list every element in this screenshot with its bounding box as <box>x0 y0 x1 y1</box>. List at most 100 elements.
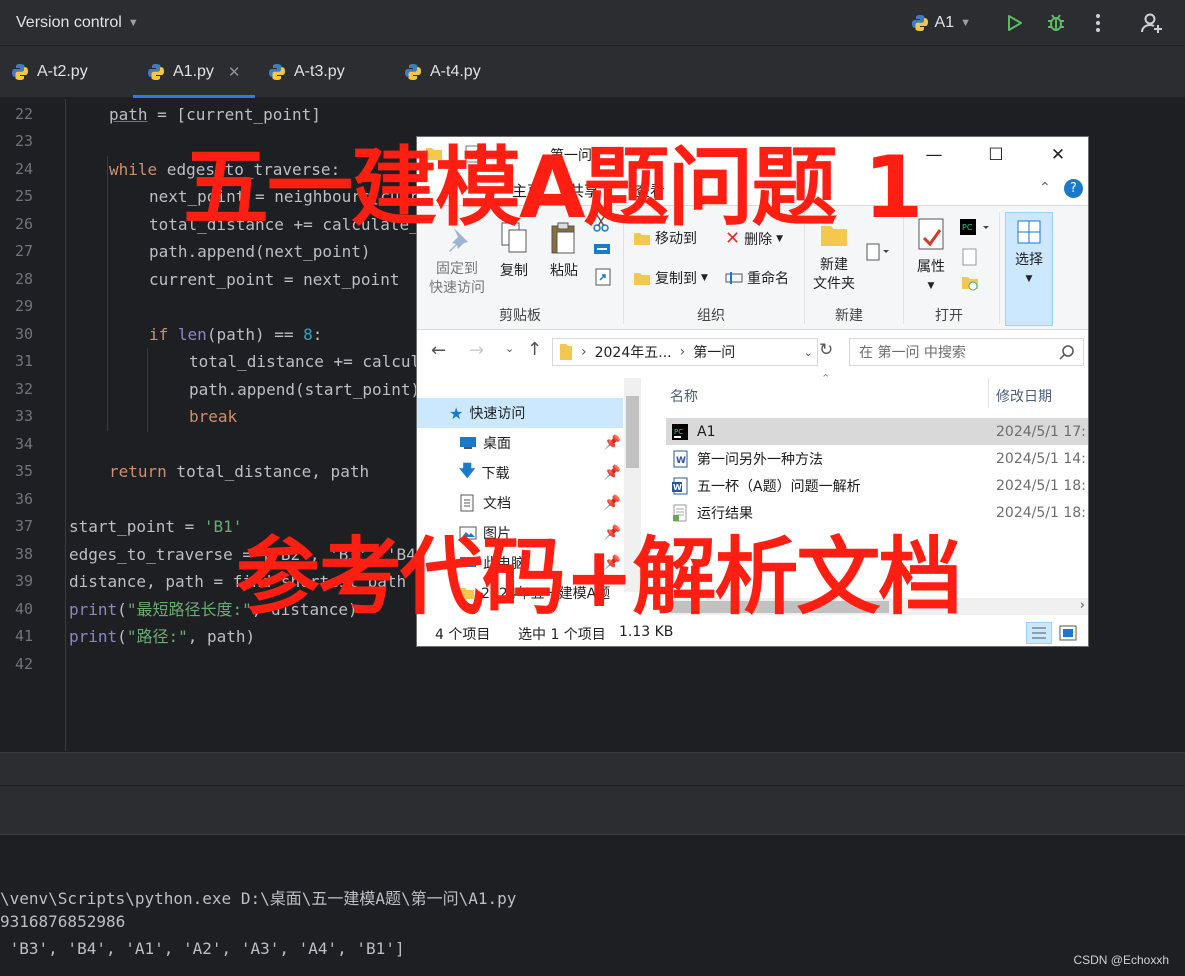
new-item-icon[interactable] <box>865 242 889 266</box>
svg-text:PC: PC <box>962 223 973 232</box>
tab-label: A-t3.py <box>294 63 345 80</box>
details-view-icon <box>1032 627 1046 639</box>
tab-a-t2[interactable]: A-t2.py <box>11 46 88 98</box>
close-button[interactable]: ✕ <box>1035 141 1081 169</box>
select-button[interactable]: 选择 ▼ <box>1005 212 1053 326</box>
rename-button[interactable]: 重命名 <box>725 268 789 288</box>
nav-label: 快速访问 <box>469 406 526 422</box>
pin-icon: 📌 <box>603 435 621 451</box>
code-token: (path) == <box>206 325 304 344</box>
run-button[interactable] <box>993 0 1035 46</box>
search-placeholder: 在 第一问 中搜索 <box>859 345 966 361</box>
code-token: current_point = next_point <box>149 270 400 289</box>
nav-label: 文档 <box>483 496 511 512</box>
code-number: 8 <box>303 325 313 344</box>
copy-path-icon[interactable] <box>593 242 611 260</box>
python-file-icon <box>405 64 421 80</box>
scrollbar-thumb[interactable] <box>626 396 639 468</box>
code-keyword: while <box>109 160 158 179</box>
line-number: 42 <box>14 655 33 673</box>
copy-to-button[interactable]: 复制到 ▼ <box>633 268 708 288</box>
nav-item-desktop[interactable]: 桌面 📌 <box>417 428 623 458</box>
details-view-button[interactable] <box>1026 622 1052 644</box>
code-builtin: len <box>177 325 207 344</box>
line-number: 28 <box>14 270 33 288</box>
watermark: CSDN @Echoxxh <box>1073 953 1169 967</box>
nav-item-quick-access[interactable]: ★ 快速访问 <box>417 398 623 428</box>
tab-a1[interactable]: A1.py ✕ <box>133 46 254 98</box>
tab-a-t4[interactable]: A-t4.py <box>404 46 481 98</box>
more-vertical-icon <box>1096 14 1100 32</box>
search-icon <box>1059 345 1074 360</box>
code-token: ( <box>117 627 127 646</box>
history-icon[interactable] <box>961 274 979 296</box>
refresh-icon[interactable]: ↻ <box>819 340 833 360</box>
breadcrumb-chevron-icon: › <box>581 344 587 360</box>
run-config-selector[interactable]: A1 ▼ <box>911 14 971 32</box>
breadcrumb-item[interactable]: 2024年五... <box>595 342 672 362</box>
document-icon <box>460 494 474 512</box>
python-file-icon <box>269 64 285 80</box>
file-row[interactable]: 运行结果 2024/5/1 18: <box>666 499 1088 526</box>
overlay-subtitle: 参考代码+解析文档 <box>236 528 962 626</box>
select-grid-icon <box>1017 220 1041 244</box>
more-menu-button[interactable] <box>1077 0 1119 46</box>
file-date: 2024/5/1 18: <box>996 477 1086 494</box>
tab-label: A-t2.py <box>37 63 88 80</box>
column-header-date[interactable]: 修改日期 <box>996 386 1052 406</box>
nav-item-documents[interactable]: 文档 📌 <box>417 488 623 518</box>
pycharm-open-icon[interactable]: PC <box>959 218 991 240</box>
chevron-down-icon[interactable]: ⌄ <box>804 346 813 359</box>
line-number: 29 <box>14 297 33 315</box>
scroll-right-icon[interactable]: › <box>1080 598 1085 613</box>
file-name: 第一问另外一种方法 <box>697 451 823 468</box>
paste-shortcut-icon[interactable] <box>595 268 611 290</box>
back-arrow-icon[interactable]: ← <box>431 340 446 361</box>
folder-icon <box>560 344 572 360</box>
maximize-button[interactable]: ☐ <box>973 141 1019 169</box>
breadcrumb-item[interactable]: 第一问 <box>693 342 735 362</box>
help-icon[interactable]: ? <box>1064 179 1083 198</box>
code-token: path <box>109 105 148 124</box>
nav-item-downloads[interactable]: 🡇 下载 📌 <box>417 458 623 488</box>
pin-icon: 📌 <box>603 465 621 481</box>
tab-a-t3[interactable]: A-t3.py <box>268 46 345 98</box>
run-toolbar: A1 ▼ <box>911 0 1185 46</box>
up-arrow-icon[interactable]: ↑ <box>527 339 542 360</box>
button-label: 复制 <box>500 263 528 279</box>
desktop-icon <box>460 437 476 449</box>
add-user-icon <box>1141 13 1162 33</box>
code-keyword: if <box>149 325 169 344</box>
file-date: 2024/5/1 18: <box>996 504 1086 521</box>
recent-locations-icon[interactable]: ⌄ <box>505 342 514 355</box>
console-line: \venv\Scripts\python.exe D:\桌面\五一建模A题\第一… <box>0 889 517 908</box>
chevron-down-icon: ▼ <box>960 17 971 29</box>
address-bar[interactable]: › 2024年五... › 第一问 ⌄ <box>552 338 818 366</box>
version-control-menu[interactable]: Version control ▼ <box>16 10 139 36</box>
debug-button[interactable] <box>1035 0 1077 46</box>
forward-arrow-icon[interactable]: → <box>469 340 484 361</box>
large-icons-view-button[interactable] <box>1058 624 1078 646</box>
line-number: 33 <box>14 407 33 425</box>
code-builtin: print <box>69 600 118 619</box>
download-icon: 🡇 <box>459 460 476 480</box>
nav-label: 下载 <box>481 466 510 482</box>
line-number: 36 <box>14 490 33 508</box>
search-input[interactable]: 在 第一问 中搜索 <box>849 338 1084 366</box>
add-user-button[interactable] <box>1119 0 1185 46</box>
line-number: 31 <box>14 352 33 370</box>
file-row[interactable]: W 第一问另外一种方法 2024/5/1 14: <box>666 445 1088 472</box>
column-header-name[interactable]: 名称 <box>670 386 698 406</box>
breadcrumb-chevron-icon: › <box>679 344 686 360</box>
status-selected-count: 选中 1 个项目 <box>518 627 606 643</box>
code-token: path.append(next_point) <box>149 242 371 261</box>
word-document-icon: W <box>673 450 688 467</box>
console-line: 'B3', 'B4', 'A1', 'A2', 'A3', 'A4', 'B1'… <box>0 939 405 958</box>
run-console[interactable]: \venv\Scripts\python.exe D:\桌面\五一建模A题\第一… <box>0 834 1185 976</box>
close-tab-icon[interactable]: ✕ <box>228 63 241 81</box>
edit-icon[interactable] <box>961 248 979 270</box>
code-token: = [current_point] <box>147 105 321 124</box>
collapse-ribbon-icon[interactable]: ⌃ <box>1039 180 1051 196</box>
file-row[interactable]: W 五一杯（A题）问题一解析 2024/5/1 18: <box>666 472 1088 499</box>
file-row[interactable]: PC A1 2024/5/1 17: <box>666 418 1088 445</box>
